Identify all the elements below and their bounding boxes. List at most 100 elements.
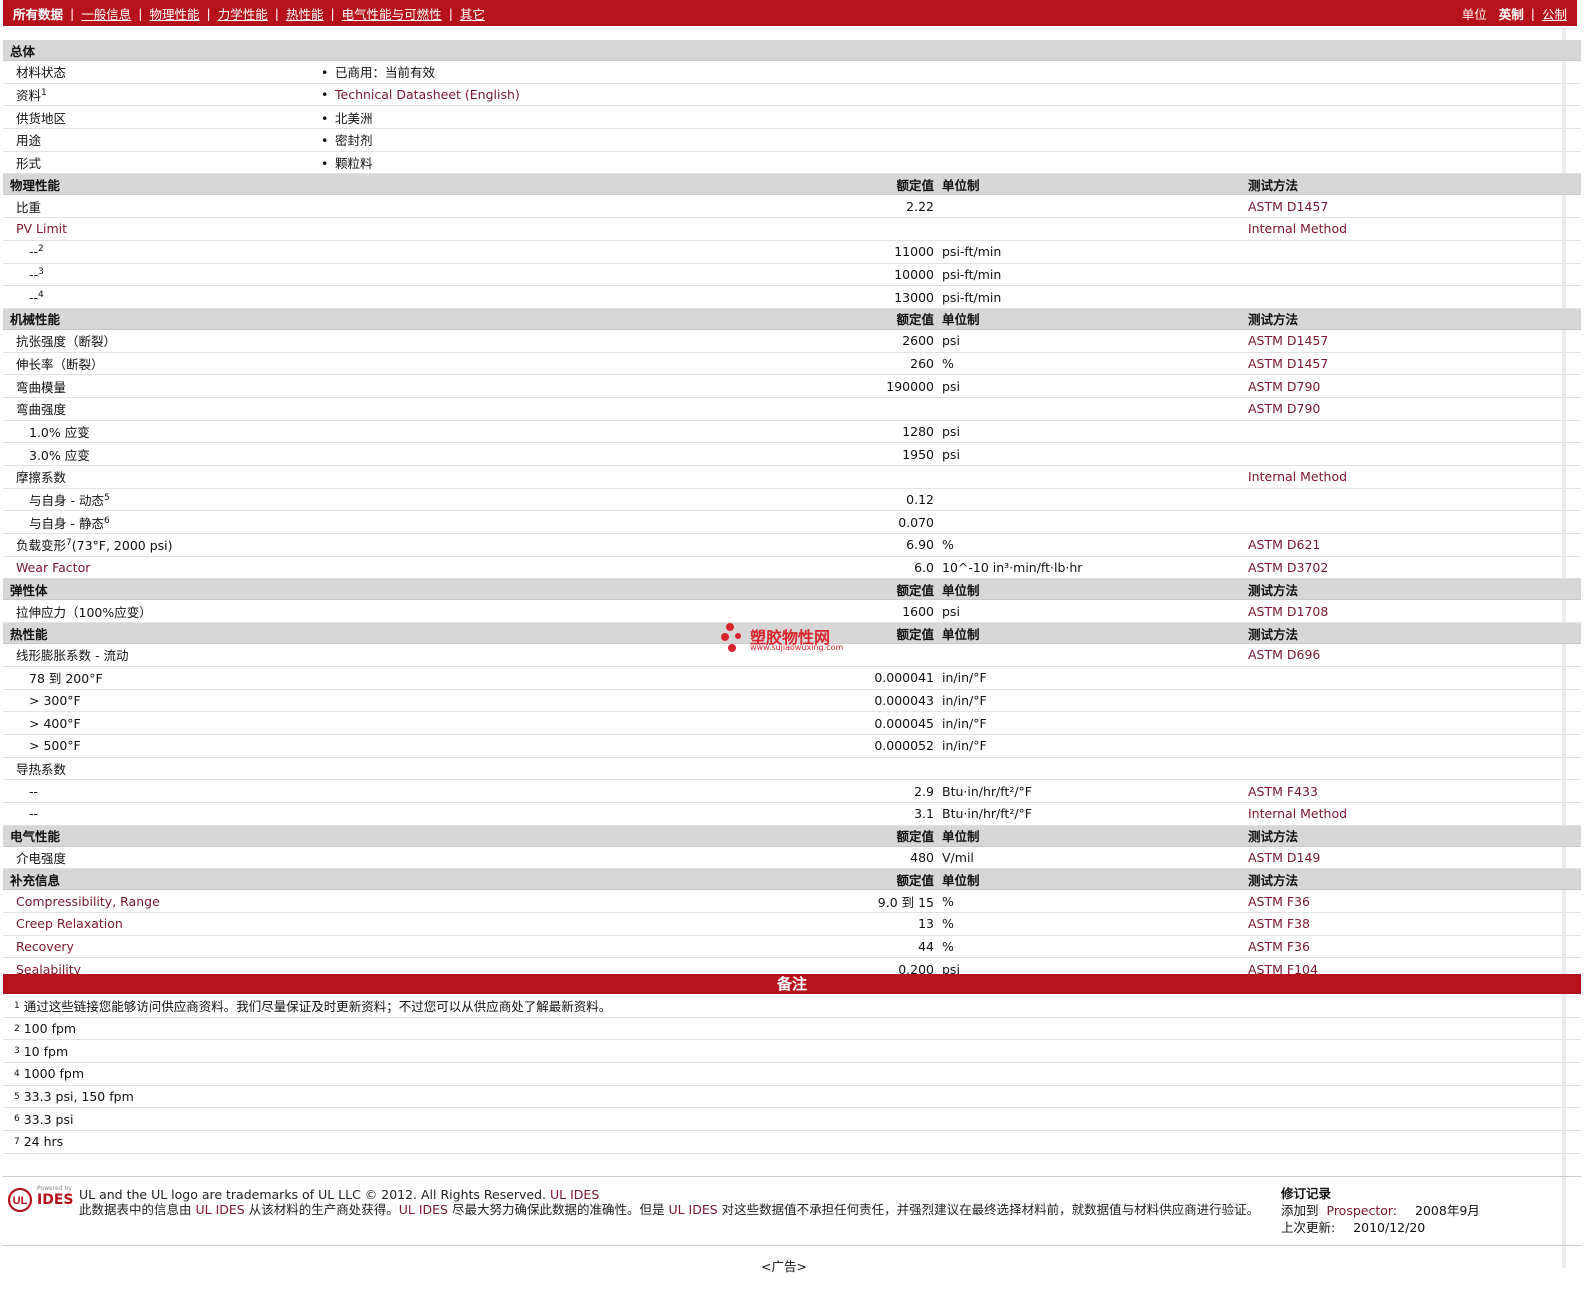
- property-unit: %: [942, 537, 954, 553]
- property-unit: Btu·in/hr/ft²/°F: [942, 806, 1032, 822]
- property-value: 11000: [894, 244, 934, 260]
- note-item: 4 1000 fpm: [3, 1063, 1581, 1086]
- property-label: --: [3, 806, 321, 821]
- property-unit: psi: [942, 603, 960, 619]
- row-label: 供货地区: [3, 108, 321, 127]
- label-text[interactable]: Wear Factor: [16, 560, 90, 575]
- section-title: 热性能: [10, 626, 48, 642]
- property-label: --4: [3, 290, 321, 305]
- property-method[interactable]: ASTM D790: [1248, 379, 1578, 394]
- header-rated: 额定值: [896, 312, 934, 328]
- label-text: 拉伸应力（100%应变）: [16, 604, 152, 620]
- property-method[interactable]: ASTM D621: [1248, 537, 1578, 552]
- section-title: 总体: [10, 43, 36, 59]
- property-row: --3 10000 psi-ft/min: [3, 264, 1581, 287]
- property-method[interactable]: ASTM D790: [1248, 401, 1578, 416]
- property-label[interactable]: PV Limit: [3, 221, 321, 236]
- property-unit: Btu·in/hr/ft²/°F: [942, 783, 1032, 799]
- property-method[interactable]: ASTM D1708: [1248, 604, 1578, 619]
- footnote-ref[interactable]: 5: [104, 493, 110, 503]
- label-condition: (73°F, 2000 psi): [71, 538, 173, 554]
- property-method[interactable]: ASTM D149: [1248, 850, 1578, 865]
- nav-general-info[interactable]: 一般信息: [81, 4, 131, 23]
- note-item: 3 10 fpm: [3, 1040, 1581, 1064]
- property-method[interactable]: ASTM D1457: [1248, 199, 1578, 214]
- property-method[interactable]: ASTM D1457: [1248, 356, 1578, 371]
- label-text: --: [29, 783, 39, 799]
- property-label: 1.0% 应变: [3, 422, 321, 441]
- label-text: 与自身 - 静态: [29, 515, 104, 531]
- property-row: 伸长率（断裂） 260% ASTM D1457: [3, 353, 1581, 376]
- property-method[interactable]: Internal Method: [1248, 806, 1578, 821]
- row-value: • Technical Datasheet (English): [321, 87, 520, 102]
- footnote-ref[interactable]: 4: [38, 289, 44, 299]
- property-unit: %: [942, 939, 954, 955]
- row-value: • 密封剂: [321, 130, 373, 149]
- footnote-ref[interactable]: 2: [38, 244, 44, 254]
- logo-ides-text: IDES: [37, 1192, 74, 1208]
- footnote-ref[interactable]: 3: [38, 267, 44, 277]
- property-method[interactable]: ASTM F36: [1248, 894, 1578, 909]
- property-method[interactable]: ASTM D1457: [1248, 333, 1578, 348]
- label-text: 1.0% 应变: [29, 424, 90, 440]
- property-label: --: [3, 784, 321, 799]
- unit-metric[interactable]: 公制: [1542, 4, 1567, 23]
- property-method[interactable]: ASTM D3702: [1248, 560, 1578, 575]
- nav-electrical[interactable]: 电气性能与可燃性: [342, 4, 442, 23]
- label-text: --: [29, 244, 39, 260]
- revision-history: 修订记录 添加到 Prospector: 2008年9月 上次更新: 2010/…: [1281, 1185, 1571, 1236]
- note-item: 7 24 hrs: [3, 1131, 1581, 1154]
- section-nav: 所有数据 | 一般信息 | 物理性能 | 力学性能 | 热性能 | 电气性能与可…: [13, 4, 485, 23]
- property-method[interactable]: Internal Method: [1248, 469, 1578, 484]
- property-label[interactable]: Wear Factor: [3, 560, 321, 575]
- datasheet-link[interactable]: Technical Datasheet (English): [335, 87, 520, 102]
- property-method[interactable]: ASTM D696: [1248, 647, 1578, 662]
- top-nav-bar: 所有数据 | 一般信息 | 物理性能 | 力学性能 | 热性能 | 电气性能与可…: [3, 0, 1577, 26]
- nav-thermal[interactable]: 热性能: [286, 4, 324, 23]
- property-row: 比重 2.22 ASTM D1457: [3, 195, 1581, 219]
- nav-other[interactable]: 其它: [460, 4, 485, 23]
- note-text: 24 hrs: [23, 1134, 64, 1150]
- added-date: 2008年9月: [1415, 1203, 1480, 1218]
- property-label[interactable]: Compressibility, Range: [3, 894, 321, 909]
- property-row: 介电强度 480 V/mil ASTM D149: [3, 847, 1581, 870]
- section-header: 弹性体 额定值 单位制 测试方法: [3, 579, 1581, 601]
- property-method[interactable]: ASTM F433: [1248, 784, 1578, 799]
- label-text[interactable]: Recovery: [16, 939, 74, 954]
- property-label: 伸长率（断裂）: [3, 354, 321, 373]
- label-text: 比重: [16, 199, 42, 215]
- property-method[interactable]: Internal Method: [1248, 221, 1578, 236]
- notes-list: 1 通过这些链接您能够访问供应商资料。我们尽量保证及时更新资料；不过您可以从供应商…: [3, 995, 1581, 1154]
- property-unit: 10^-10 in³·min/ft·lb·hr: [942, 560, 1083, 576]
- nav-all-data[interactable]: 所有数据: [13, 4, 63, 23]
- ad-placeholder: <广告>: [761, 1259, 807, 1274]
- property-method[interactable]: ASTM F38: [1248, 916, 1578, 931]
- ul-ides-link[interactable]: UL IDES: [399, 1202, 448, 1217]
- ul-ides-logo[interactable]: UL Powered by IDES: [7, 1185, 74, 1213]
- property-row: 导热系数: [3, 758, 1581, 781]
- label-text[interactable]: Creep Relaxation: [16, 916, 123, 931]
- watermark: 塑胶物性网 www.sujiaowuxing.com: [720, 622, 860, 654]
- property-label: > 400°F: [3, 716, 321, 731]
- ul-ides-link[interactable]: UL IDES: [196, 1202, 245, 1217]
- label-text: 弯曲强度: [16, 402, 67, 418]
- header-rated: 额定值: [896, 829, 934, 845]
- footnote-ref[interactable]: 1: [41, 88, 47, 98]
- property-label[interactable]: Recovery: [3, 939, 321, 954]
- property-row: -- 3.1 Btu·in/hr/ft²/°F Internal Method: [3, 803, 1581, 826]
- unit-imperial[interactable]: 英制: [1499, 4, 1524, 23]
- footnote-ref[interactable]: 6: [104, 516, 110, 526]
- nav-physical[interactable]: 物理性能: [149, 4, 199, 23]
- property-value: 0.000052: [874, 738, 934, 754]
- ul-ides-link[interactable]: UL IDES: [550, 1187, 599, 1202]
- label-text[interactable]: Compressibility, Range: [16, 894, 160, 909]
- prospector-link[interactable]: Prospector:: [1327, 1203, 1398, 1218]
- label-text[interactable]: PV Limit: [16, 221, 67, 236]
- bullet-icon: •: [321, 87, 329, 103]
- property-unit: in/in/°F: [942, 670, 987, 686]
- property-label[interactable]: Creep Relaxation: [3, 916, 321, 931]
- ul-ides-link[interactable]: UL IDES: [668, 1202, 717, 1217]
- property-method[interactable]: ASTM F36: [1248, 939, 1578, 954]
- nav-mechanical[interactable]: 力学性能: [218, 4, 268, 23]
- property-value: 2600: [902, 333, 934, 349]
